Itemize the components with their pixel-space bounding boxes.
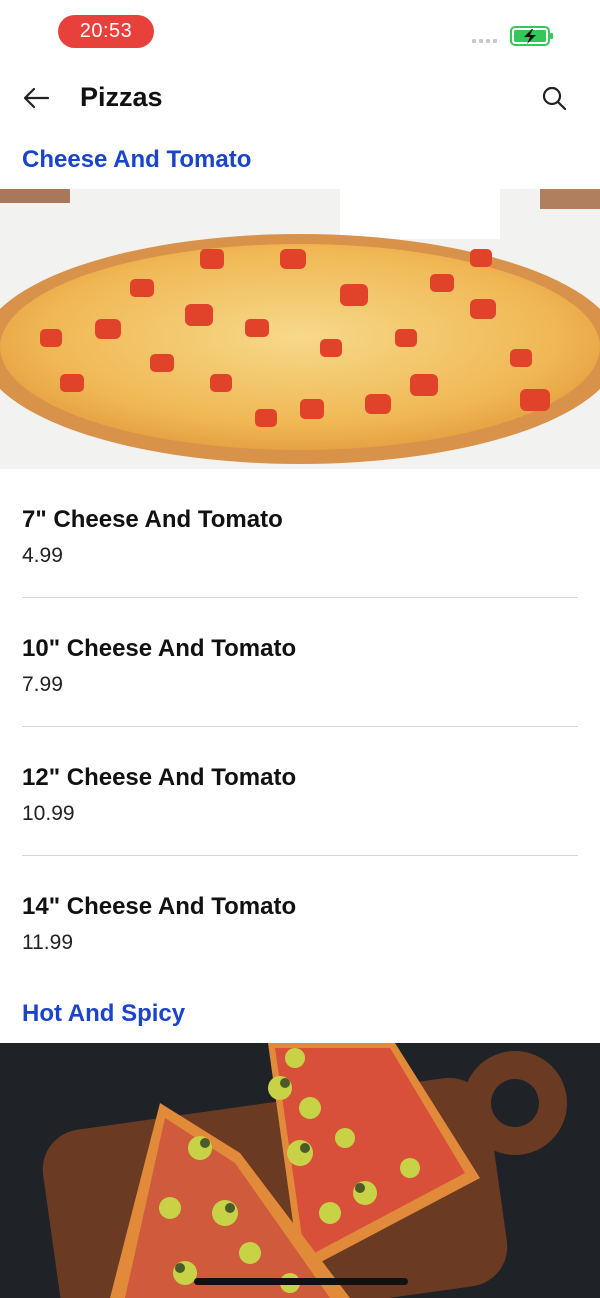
cheese-and-tomato-pizza-image [0, 189, 600, 469]
hot-and-spicy-pizza-image [0, 1043, 600, 1298]
arrow-left-icon [23, 87, 50, 109]
item-price: 7.99 [22, 673, 63, 696]
page-title: Pizzas [80, 82, 163, 112]
signal-icon [472, 39, 497, 43]
item-name: 7" Cheese And Tomato [22, 506, 283, 533]
search-icon [542, 86, 567, 111]
status-bar: 20:53 [0, 0, 600, 62]
item-name: 10" Cheese And Tomato [22, 635, 297, 662]
menu-item[interactable]: 7" Cheese And Tomato 4.99 [22, 506, 578, 635]
item-name: 14" Cheese And Tomato [22, 893, 297, 920]
section-title-cheese-and-tomato: Cheese And Tomato [22, 146, 252, 173]
back-button[interactable] [18, 80, 54, 116]
divider [22, 726, 578, 727]
section-title-hot-and-spicy: Hot And Spicy [22, 1000, 186, 1027]
item-price: 10.99 [22, 802, 75, 825]
menu-item[interactable]: 10" Cheese And Tomato 7.99 [22, 635, 578, 764]
item-price: 4.99 [22, 544, 63, 567]
status-time: 20:53 [58, 15, 154, 48]
app-header: Pizzas [0, 62, 600, 134]
menu-item[interactable]: 12" Cheese And Tomato 10.99 [22, 764, 578, 893]
search-button[interactable] [536, 80, 572, 116]
divider [22, 597, 578, 598]
battery-charging-icon [510, 26, 553, 46]
divider [22, 855, 578, 856]
item-name: 12" Cheese And Tomato [22, 764, 297, 791]
item-price: 11.99 [22, 931, 73, 954]
home-indicator[interactable] [194, 1278, 408, 1285]
